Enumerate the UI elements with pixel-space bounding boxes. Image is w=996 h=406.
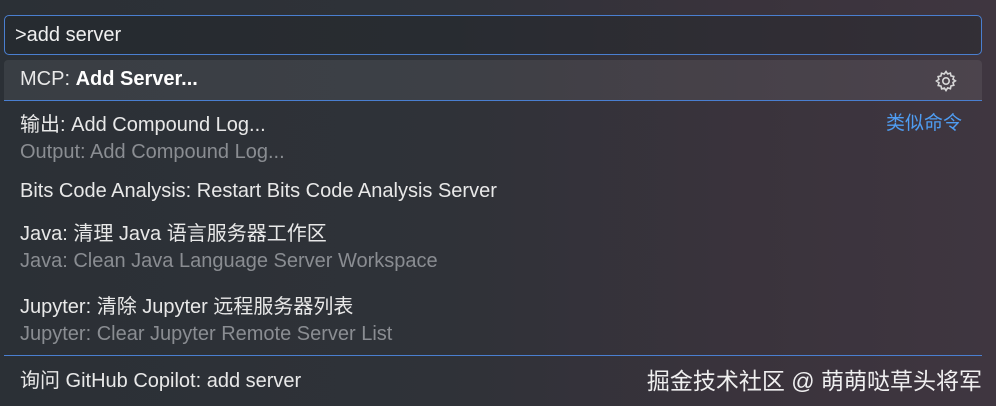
command-item-label: MCP: Add Server... (20, 68, 198, 91)
gear-icon[interactable] (934, 69, 958, 93)
command-search-box[interactable] (4, 15, 982, 55)
command-item-label: Bits Code Analysis: Restart Bits Code An… (20, 180, 497, 202)
command-item-mcp-add-server[interactable]: MCP: Add Server... (4, 60, 982, 101)
command-item-label: 询问 GitHub Copilot: add server (20, 370, 302, 392)
command-item-label: 输出: Add Compound Log... (20, 114, 266, 136)
command-item-detail: Java: Clean Java Language Server Workspa… (20, 250, 438, 272)
command-item-label: Java: 清理 Java 语言服务器工作区 (20, 223, 327, 245)
similar-commands-link[interactable]: 类似命令 (886, 108, 962, 135)
command-item-detail: Jupyter: Clear Jupyter Remote Server Lis… (20, 323, 393, 345)
command-item-detail: Output: Add Compound Log... (20, 141, 285, 163)
command-item-jupyter-clear[interactable]: Jupyter: 清除 Jupyter 远程服务器列表 Jupyter: Cle… (4, 282, 982, 354)
command-search-input[interactable] (15, 16, 965, 54)
command-item-java-clean[interactable]: Java: 清理 Java 语言服务器工作区 Java: Clean Java … (4, 210, 982, 282)
command-item-add-compound-log[interactable]: 输出: Add Compound Log... 类似命令 Output: Add… (4, 102, 982, 172)
command-palette: MCP: Add Server... 输出: Add Compound Log.… (0, 0, 996, 406)
command-category: MCP: (20, 68, 76, 90)
command-item-bits-restart[interactable]: Bits Code Analysis: Restart Bits Code An… (4, 172, 982, 210)
command-item-label: Jupyter: 清除 Jupyter 远程服务器列表 (20, 296, 354, 318)
watermark-text: 掘金技术社区 @ 萌萌哒草头将军 (646, 368, 982, 394)
command-name: Add Server... (75, 68, 198, 90)
section-divider (4, 355, 982, 356)
